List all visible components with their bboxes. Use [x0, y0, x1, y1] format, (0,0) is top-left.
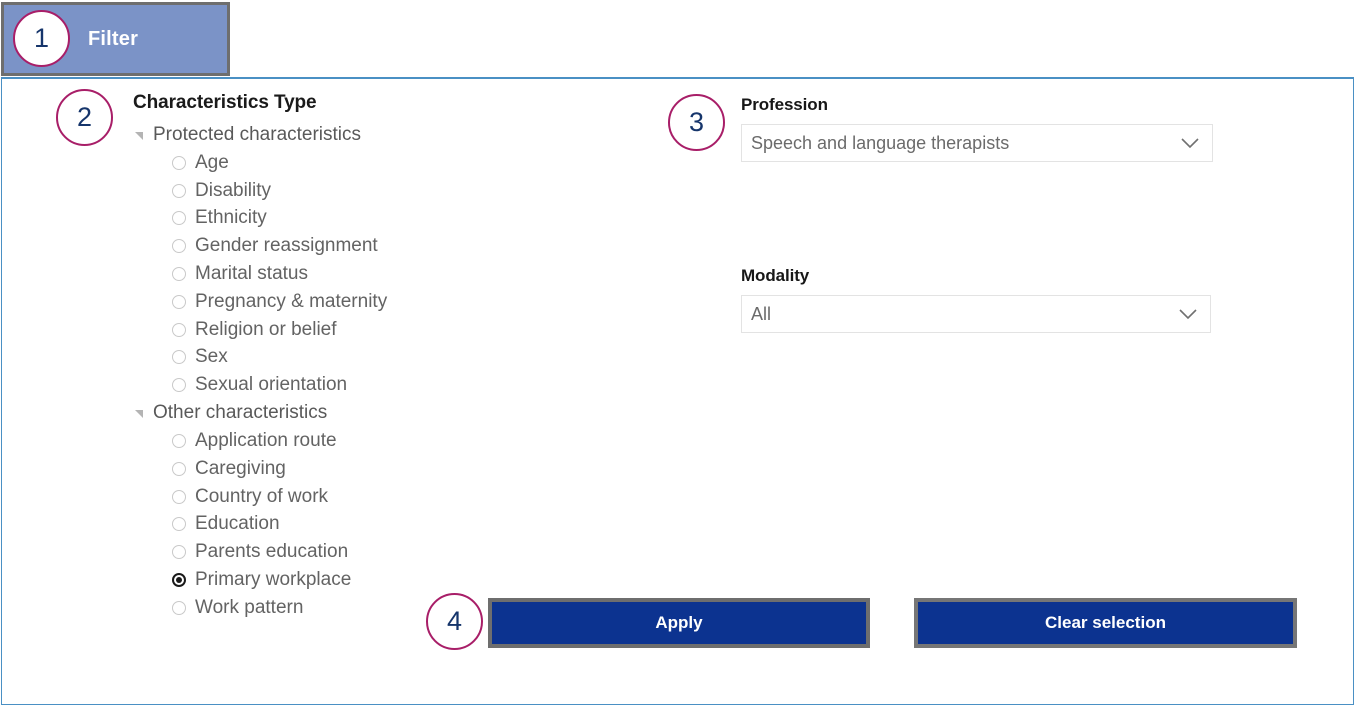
radio-option-label: Pregnancy & maternity — [195, 290, 388, 312]
radio-icon[interactable] — [172, 545, 186, 560]
radio-option-label: Application route — [195, 430, 337, 452]
radio-option-label: Country of work — [195, 485, 329, 507]
profession-dropdown[interactable]: Speech and language therapists — [741, 124, 1213, 162]
radio-icon[interactable] — [172, 211, 186, 226]
annotation-callout-1: 1 — [13, 10, 70, 67]
radio-option-country-of-work[interactable]: Country of work — [133, 483, 603, 511]
radio-option-application-route[interactable]: Application route — [133, 427, 603, 455]
radio-option-gender-reassignment[interactable]: Gender reassignment — [133, 232, 603, 260]
radio-icon[interactable] — [172, 267, 186, 282]
profession-field-group: Profession Speech and language therapist… — [741, 95, 1213, 162]
radio-icon[interactable] — [172, 517, 186, 532]
radio-icon[interactable] — [172, 294, 186, 309]
tree-group-label: Other characteristics — [153, 402, 328, 424]
triangle-collapse-icon[interactable] — [133, 406, 147, 420]
characteristics-type-title: Characteristics Type — [133, 92, 317, 113]
radio-option-label: Gender reassignment — [195, 235, 378, 257]
tree-group-protected-characteristics: Protected characteristics Age Disability… — [133, 121, 603, 399]
radio-option-caregiving[interactable]: Caregiving — [133, 455, 603, 483]
radio-option-parents-education[interactable]: Parents education — [133, 538, 603, 566]
radio-option-primary-workplace[interactable]: Primary workplace — [133, 566, 603, 594]
radio-option-education[interactable]: Education — [133, 511, 603, 539]
radio-option-marital-status[interactable]: Marital status — [133, 260, 603, 288]
radio-option-label: Marital status — [195, 263, 308, 285]
filter-panel: Characteristics Type Protected character… — [1, 77, 1354, 705]
triangle-collapse-icon[interactable] — [133, 128, 147, 142]
radio-option-label: Ethnicity — [195, 207, 267, 229]
radio-option-label: Disability — [195, 179, 272, 201]
annotation-callout-2: 2 — [56, 89, 113, 146]
clear-selection-button[interactable]: Clear selection — [914, 598, 1297, 648]
radio-icon[interactable] — [172, 434, 186, 449]
tree-group-other-characteristics: Other characteristics Application route … — [133, 399, 603, 622]
chevron-down-icon[interactable] — [1179, 309, 1197, 320]
modality-field-group: Modality All — [741, 266, 1211, 333]
tree-group-header-other-characteristics[interactable]: Other characteristics — [133, 399, 603, 427]
modality-selected-value: All — [751, 303, 772, 324]
annotation-callout-3: 3 — [668, 94, 725, 151]
radio-option-label: Sex — [195, 346, 228, 368]
radio-option-sex[interactable]: Sex — [133, 344, 603, 372]
modality-dropdown[interactable]: All — [741, 295, 1211, 333]
tab-strip: Filter — [0, 0, 1362, 79]
radio-option-ethnicity[interactable]: Ethnicity — [133, 205, 603, 233]
radio-icon[interactable] — [172, 239, 186, 254]
radio-icon[interactable] — [172, 461, 186, 476]
radio-option-age[interactable]: Age — [133, 149, 603, 177]
tree-group-label: Protected characteristics — [153, 124, 362, 145]
radio-option-religion-or-belief[interactable]: Religion or belief — [133, 316, 603, 344]
radio-icon[interactable] — [172, 378, 186, 393]
radio-icon[interactable] — [172, 155, 186, 170]
action-buttons-row: Apply Clear selection — [2, 598, 1353, 658]
profession-label: Profession — [741, 95, 828, 114]
profession-selected-value: Speech and language therapists — [751, 132, 1010, 153]
chevron-down-icon[interactable] — [1181, 138, 1199, 149]
radio-icon[interactable] — [172, 322, 186, 337]
radio-option-label: Primary workplace — [195, 569, 352, 591]
radio-option-disability[interactable]: Disability — [133, 177, 603, 205]
radio-icon[interactable] — [172, 183, 186, 198]
radio-option-label: Sexual orientation — [195, 374, 348, 396]
radio-option-label: Age — [195, 151, 229, 173]
radio-icon[interactable] — [172, 350, 186, 365]
annotation-callout-4: 4 — [426, 593, 483, 650]
modality-label: Modality — [741, 266, 810, 285]
radio-option-label: Parents education — [195, 541, 349, 563]
radio-option-label: Religion or belief — [195, 318, 337, 340]
radio-icon-selected[interactable] — [172, 573, 186, 588]
radio-option-sexual-orientation[interactable]: Sexual orientation — [133, 371, 603, 399]
tree-group-header-protected-characteristics[interactable]: Protected characteristics — [133, 121, 603, 149]
radio-option-label: Education — [195, 513, 280, 535]
apply-button[interactable]: Apply — [488, 598, 870, 648]
radio-option-pregnancy-maternity[interactable]: Pregnancy & maternity — [133, 288, 603, 316]
radio-option-label: Caregiving — [195, 457, 286, 479]
tab-filter-label: Filter — [88, 27, 139, 50]
radio-icon[interactable] — [172, 489, 186, 504]
characteristics-type-section: Characteristics Type Protected character… — [133, 92, 603, 622]
